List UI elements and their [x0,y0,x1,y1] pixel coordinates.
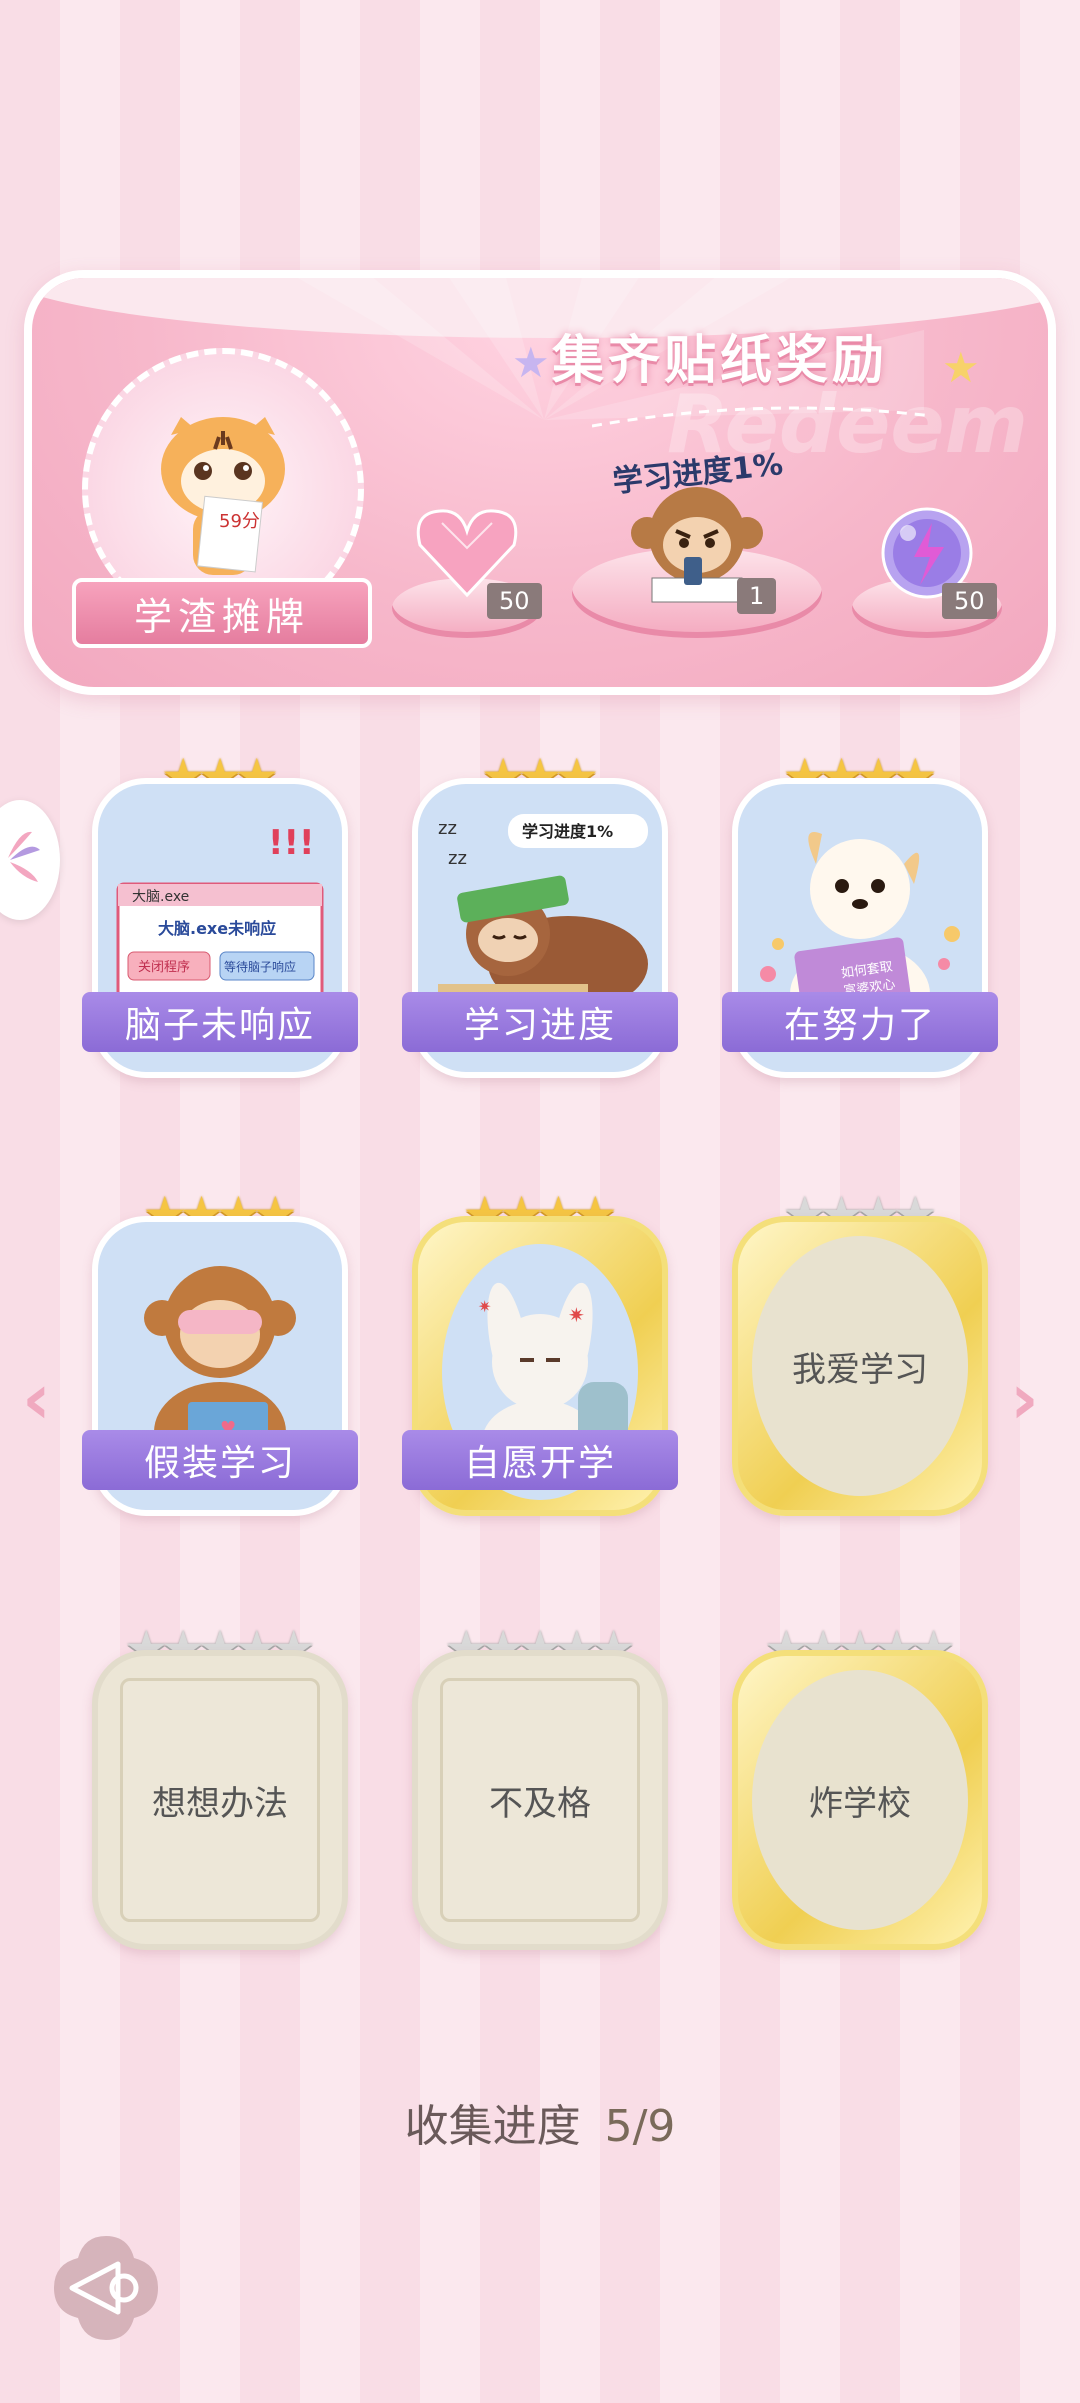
reward-count: 50 [942,583,997,619]
card-label: 学习进度 [402,992,678,1052]
test-paper-score: 59分 [219,511,260,532]
svg-text:✷: ✷ [568,1303,585,1327]
reward-count: 1 [737,578,777,614]
profile-title-ribbon: 学渣摊牌 [72,578,372,648]
reward-banner: Redeem ★ ★ 集齐贴纸奖励 59分 学渣摊牌 学习进度1% 50 1 5… [24,270,1056,695]
svg-text:关闭程序: 关闭程序 [138,960,190,975]
reward-count: 50 [487,583,542,619]
sticker-card-brain-not-responding[interactable]: ★ ★ ★ !!! 大脑.exe 大脑.exe未响应 关闭程序 等待脑子响应 脑… [82,742,358,1078]
collection-progress-label: 收集进度 [404,2101,581,2152]
sticker-card-voluntary-school[interactable]: ★ ★ ★ ★ ✷ ✷ 自愿开学 [402,1180,678,1516]
star-icon: ★ [512,338,550,387]
back-arrow-icon [54,2236,158,2340]
tiger-avatar-icon: 59分 [161,417,285,575]
sticker-card-i-love-study[interactable]: ★ ★ ★ ★ 我爱学习 [732,1180,988,1516]
banner-title: 集齐贴纸奖励 [552,331,889,391]
card-label: 自愿开学 [402,1430,678,1490]
sticker-card-failed[interactable]: ★ ★ ★ ★ ★ 不及格 [412,1614,668,1950]
svg-text:大脑.exe: 大脑.exe [132,889,189,905]
svg-text:大脑.exe未响应: 大脑.exe未响应 [158,919,276,938]
card-label: 不及格 [489,1783,591,1824]
petal-icon [8,831,40,882]
card-label: 假装学习 [82,1430,358,1490]
sticker-card-study-progress[interactable]: ★ ★ ★ zz zz 学习进度1% 学习进度 [402,742,678,1078]
sticker-card-pretend-study[interactable]: ★ ★ ★ ★ ♥ 假装学习 [82,1180,358,1516]
svg-text:学习进度1%: 学习进度1% [522,822,613,841]
back-button[interactable] [48,2230,164,2346]
star-icon: ★ [942,343,980,392]
collection-progress-value: 5/9 [604,2101,676,2152]
next-page-arrow[interactable]: › [1010,1358,1039,1440]
svg-text:zz: zz [438,818,457,839]
dashed-divider [592,406,932,428]
sticker-card-think-of-way[interactable]: ★ ★ ★ ★ ★ 想想办法 [92,1614,348,1950]
svg-text:等待脑子响应: 等待脑子响应 [224,959,296,974]
collection-progress: 收集进度 5/9 [0,2090,1080,2154]
card-label: 我爱学习 [792,1349,928,1390]
card-label: 在努力了 [722,992,998,1052]
card-label: 想想办法 [152,1783,288,1824]
sticker-card-bomb-school[interactable]: ★ ★ ★ ★ ★ 炸学校 [732,1614,988,1950]
svg-text:zz: zz [448,848,467,869]
card-label: 炸学校 [809,1783,911,1824]
svg-text:!!!: !!! [268,823,315,863]
sticker-card-trying-hard[interactable]: ★ ★ ★ ★ 如何套取 富婆欢心 在努力了 [722,742,998,1078]
card-label: 脑子未响应 [82,992,358,1052]
prev-page-arrow[interactable]: ‹ [22,1358,51,1440]
side-drawer-tab[interactable] [0,800,60,920]
svg-text:✷: ✷ [478,1297,491,1316]
